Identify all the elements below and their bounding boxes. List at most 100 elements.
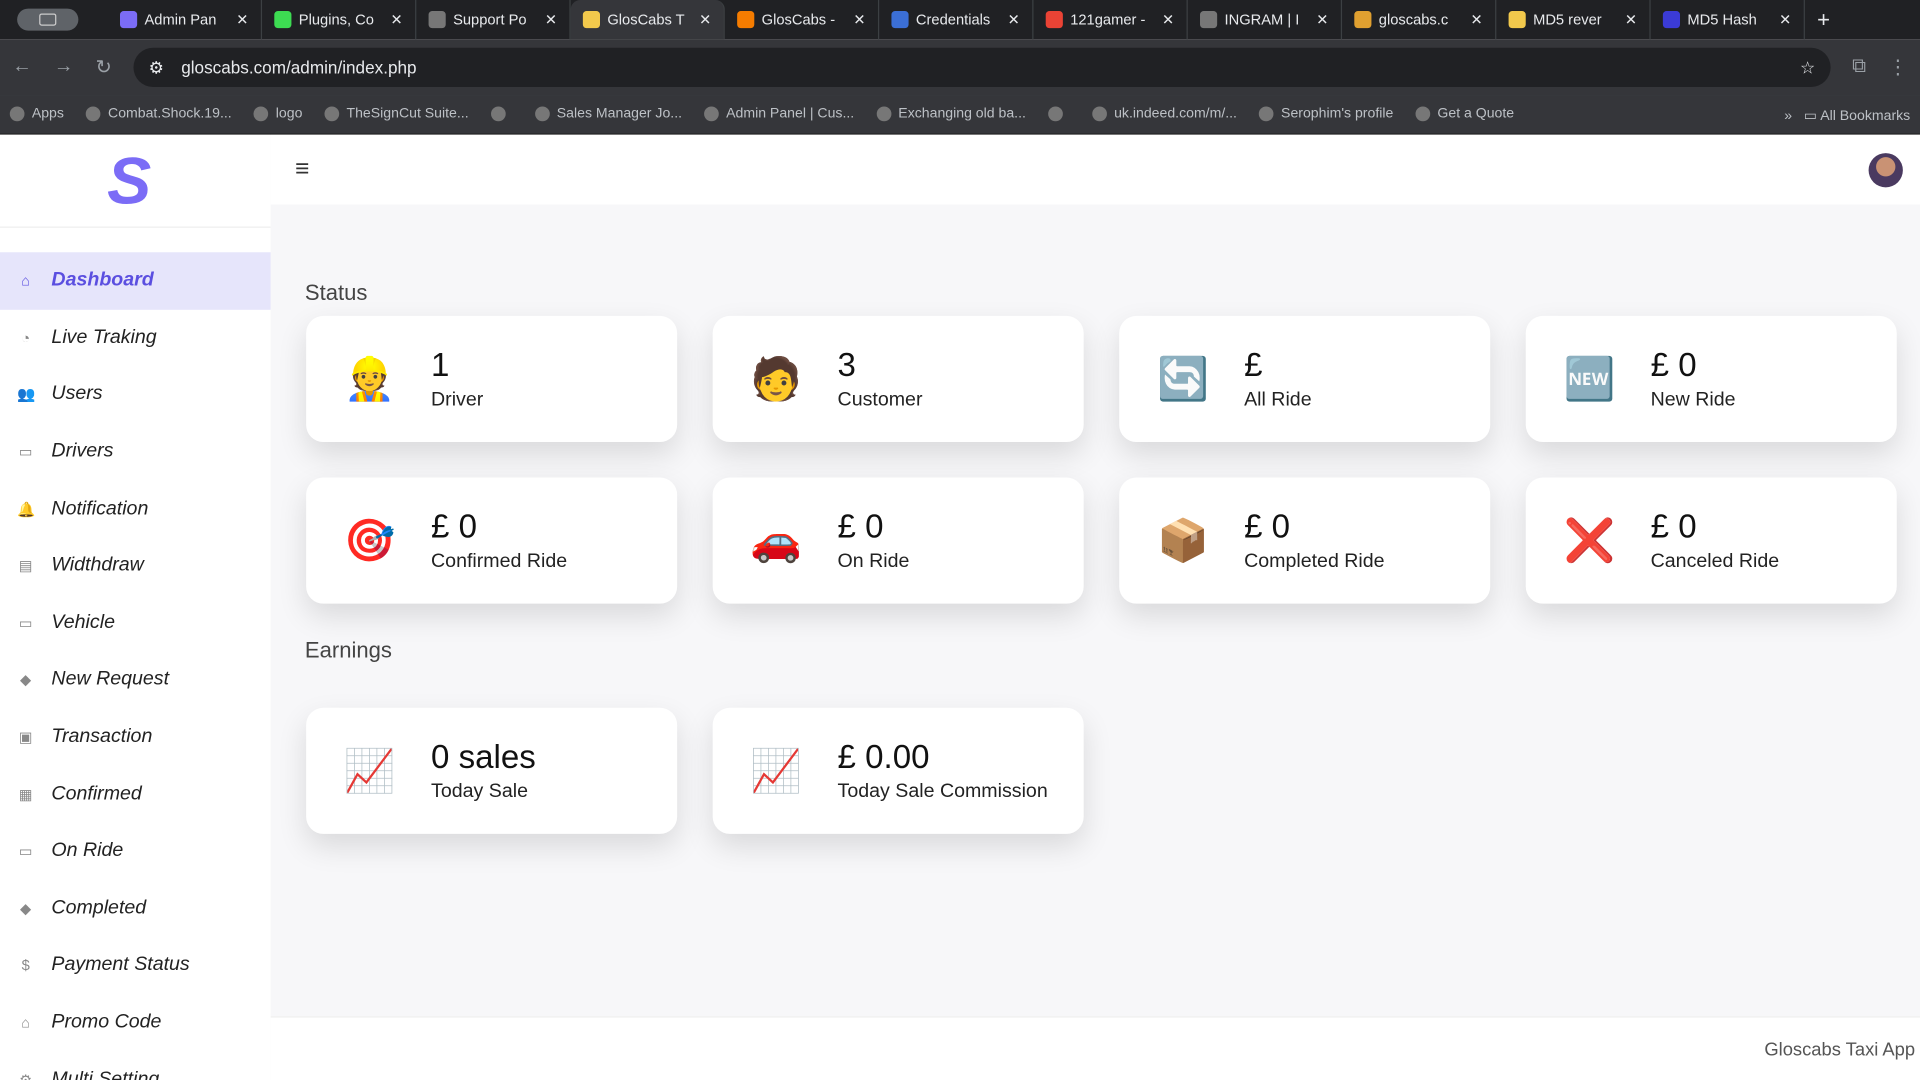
sidebar-item-confirmed[interactable]: ▦ Confirmed	[0, 766, 271, 823]
extensions-icon[interactable]: ⧉	[1852, 56, 1866, 78]
stat-card-today-sale[interactable]: 📈 0 sales Today Sale	[306, 707, 678, 834]
bookmark-favicon-icon	[876, 107, 891, 122]
google-icon	[1045, 11, 1063, 29]
bookmark-item[interactable]: Combat.Shock.19...	[85, 107, 232, 122]
close-tab-icon[interactable]: ✕	[1162, 11, 1174, 28]
sidebar-item-transaction[interactable]: ▣ Transaction	[0, 709, 271, 766]
growth-chart-icon: 📈	[343, 747, 396, 795]
sidebar: S ⌂ Dashboard ◔ Live Traking 👥 Users ▭ Drivers 🔔…	[0, 134, 271, 1080]
car-icon: 🚗	[750, 517, 803, 564]
browser-tab[interactable]: gloscabs.c ✕	[1342, 0, 1497, 40]
tag-icon: ◆	[20, 671, 32, 689]
site-icon	[1354, 11, 1372, 29]
earnings-heading: Earnings	[304, 637, 392, 663]
all-bookmarks-button[interactable]: » ▭ All Bookmarks	[1784, 106, 1910, 123]
stat-card-completed-ride[interactable]: 📦 £ 0 Completed Ride	[1119, 477, 1491, 604]
forward-icon[interactable]: →	[54, 56, 74, 78]
browser-tab[interactable]: Support Po ✕	[416, 0, 571, 40]
hamburger-menu-icon[interactable]: ≡	[295, 156, 309, 184]
tab-search-button[interactable]	[17, 8, 79, 31]
stat-card-all-ride[interactable]: 🔄 £ All Ride	[1119, 315, 1491, 443]
bookmark-favicon-icon	[324, 107, 340, 122]
close-tab-icon[interactable]: ✕	[545, 11, 557, 28]
bookmark-star-icon[interactable]: ☆	[1800, 57, 1815, 78]
stat-card-customer[interactable]: 🧑 3 Customer	[712, 315, 1084, 443]
bookmark-item[interactable]	[1047, 107, 1070, 122]
customer-icon: 🧑	[750, 355, 803, 403]
stat-card-on-ride[interactable]: 🚗 £ 0 On Ride	[712, 477, 1084, 604]
bookmark-item[interactable]: Exchanging old ba...	[876, 107, 1026, 122]
sidebar-item-notification[interactable]: 🔔 Notification	[0, 480, 271, 537]
avatar[interactable]	[1868, 153, 1903, 188]
sidebar-item-completed[interactable]: ◆ Completed	[0, 880, 271, 937]
close-tab-icon[interactable]: ✕	[853, 11, 865, 28]
plugins-icon	[274, 11, 292, 29]
sidebar-item-promo-code[interactable]: ⌂ Promo Code	[0, 994, 271, 1051]
close-tab-icon[interactable]: ✕	[1471, 11, 1483, 28]
bookmark-item[interactable]: Sales Manager Jo...	[534, 107, 682, 122]
bookmark-favicon-icon	[85, 107, 101, 122]
bookmark-favicon-icon	[704, 107, 719, 122]
close-tab-icon[interactable]: ✕	[1316, 11, 1328, 28]
browser-tab[interactable]: GlosCabs - ✕	[725, 0, 880, 40]
gear-icon: ⚙	[19, 1070, 33, 1080]
car-icon: ▭	[18, 443, 33, 461]
browser-tab[interactable]: INGRAM | I ✕	[1188, 0, 1343, 40]
bookmark-item[interactable]: uk.indeed.com/m/...	[1092, 107, 1237, 122]
stat-card-canceled-ride[interactable]: ❌ £ 0 Canceled Ride	[1525, 477, 1897, 604]
bookmark-item[interactable]: TheSignCut Suite...	[324, 107, 469, 122]
sidebar-item-vehicle[interactable]: ▭ Vehicle	[0, 595, 271, 652]
browser-tab[interactable]: Admin Pan ✕	[108, 0, 263, 40]
sidebar-item-multi-setting[interactable]: ⚙ Multi Setting	[0, 1051, 271, 1080]
browser-tab[interactable]: MD5 rever ✕	[1496, 0, 1651, 40]
sidebar-item-payment-status[interactable]: $ Payment Status	[0, 937, 271, 994]
close-tab-icon[interactable]: ✕	[699, 11, 711, 28]
browser-tab[interactable]: MD5 Hash ✕	[1651, 0, 1805, 40]
sidebar-item-live-traking[interactable]: ◔ Live Traking	[0, 309, 271, 366]
close-tab-icon[interactable]: ✕	[1625, 11, 1637, 28]
stat-card-today-sale-commission[interactable]: 📈 £ 0.00 Today Sale Commission	[712, 707, 1084, 834]
sidebar-item-widthdraw[interactable]: ▤ Widthdraw	[0, 538, 271, 595]
bookmark-favicon-icon	[1259, 107, 1274, 122]
bookmark-item[interactable]: Serophim's profile	[1259, 107, 1393, 122]
site-settings-icon[interactable]: ⚙	[149, 57, 164, 78]
users-icon: 👥	[17, 386, 36, 404]
bookmark-favicon-icon	[1047, 107, 1063, 122]
back-icon[interactable]: ←	[12, 56, 32, 78]
sidebar-item-new-request[interactable]: ◆ New Request	[0, 652, 271, 709]
browser-tab[interactable]: Plugins, Co ✕	[262, 0, 417, 40]
close-tab-icon[interactable]: ✕	[1779, 11, 1791, 28]
sidebar-item-drivers[interactable]: ▭ Drivers	[0, 423, 271, 480]
menu-icon[interactable]: ⋮	[1888, 55, 1908, 79]
new-tab-button[interactable]: +	[1817, 7, 1830, 33]
globe-icon	[1200, 11, 1218, 29]
address-bar[interactable]: ⚙ gloscabs.com/admin/index.php ☆	[133, 47, 1831, 87]
dashboard-main: Status 👷 1 Driver 🧑 3 Customer 🔄 £ All Ride 🆕 £ 0N…	[271, 204, 1920, 1016]
close-tab-icon[interactable]: ✕	[391, 11, 403, 28]
logo[interactable]: S	[0, 135, 271, 228]
bookmark-favicon-icon	[1092, 107, 1107, 122]
bookmark-favicon-icon	[534, 107, 550, 122]
bookmark-item[interactable]: logo	[253, 107, 302, 122]
bookmark-item[interactable]: Get a Quote	[1415, 107, 1514, 122]
fire-icon	[737, 11, 755, 29]
stat-card-new-ride[interactable]: 🆕 £ 0 New Ride	[1525, 315, 1897, 443]
bookmarks-bar: Apps Combat.Shock.19... logo TheSignCut Sui…	[0, 95, 1920, 135]
bookmark-item[interactable]	[490, 107, 513, 122]
close-tab-icon[interactable]: ✕	[236, 11, 248, 28]
money-icon: ▣	[18, 728, 33, 746]
stat-card-driver[interactable]: 👷 1 Driver	[306, 315, 678, 443]
bookmark-item[interactable]: Admin Panel | Cus...	[704, 107, 854, 122]
sidebar-item-users[interactable]: 👥 Users	[0, 366, 271, 423]
reload-icon[interactable]: ↻	[96, 55, 112, 79]
browser-tab[interactable]: 121gamer - ✕	[1033, 0, 1188, 40]
bookmark-favicon-icon	[253, 107, 269, 122]
stat-card-confirmed-ride[interactable]: 🎯 £ 0 Confirmed Ride	[306, 477, 678, 604]
browser-tab[interactable]: GlosCabs T ✕	[570, 0, 725, 40]
bookmark-item[interactable]: Apps	[9, 107, 64, 122]
admin-icon	[120, 11, 138, 29]
browser-tab[interactable]: Credentials ✕	[879, 0, 1034, 40]
close-tab-icon[interactable]: ✕	[1008, 11, 1020, 28]
sidebar-item-on-ride[interactable]: ▭ On Ride	[0, 823, 271, 880]
sidebar-item-dashboard[interactable]: ⌂ Dashboard	[0, 252, 271, 310]
